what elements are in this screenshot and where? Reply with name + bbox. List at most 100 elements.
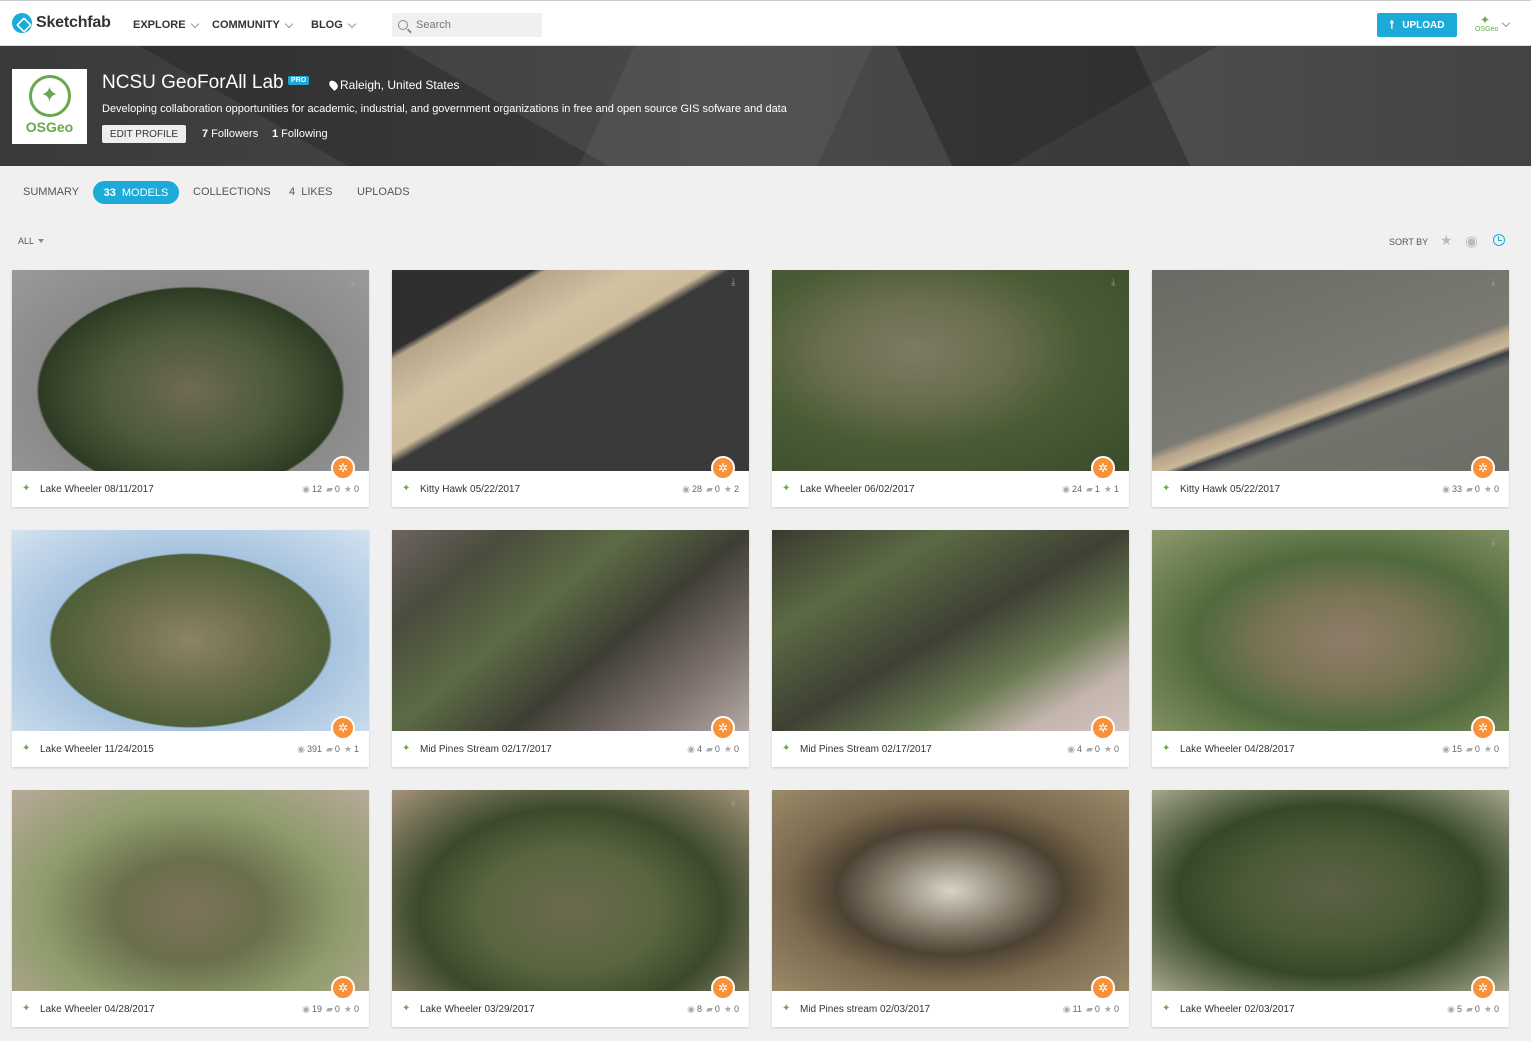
owner-avatar-icon[interactable]: ✦ [402,743,412,755]
download-icon[interactable]: ⤓ [731,798,741,808]
gear-icon: ✲ [331,716,355,740]
nav-community[interactable]: COMMUNITY [212,19,294,31]
model-thumbnail[interactable] [12,530,369,731]
owner-avatar-icon[interactable]: ✦ [782,1003,792,1015]
tab-summary[interactable]: SUMMARY [23,186,79,198]
model-thumbnail[interactable]: ⤓ [1152,530,1509,731]
owner-avatar-icon[interactable]: ✦ [22,483,32,495]
model-title[interactable]: Lake Wheeler 08/11/2017 [40,484,298,495]
chevron-down-icon[interactable] [1501,18,1511,28]
model-card[interactable]: ⤓ ✲ ✦ Kitty Hawk 05/22/2017 ◉ 33 ▰ 0 ★ 0 [1152,270,1509,507]
model-title[interactable]: Kitty Hawk 05/22/2017 [420,484,678,495]
download-icon[interactable]: ⤓ [1491,538,1501,548]
model-card[interactable]: ✲ ✦ Mid Pines Stream 02/17/2017 ◉ 4 ▰ 0 ★ 0 [772,530,1129,767]
model-card[interactable]: ⤓ ✲ ✦ Lake Wheeler 08/11/2017 ◉ 12 ▰ 0 ★ 0 [12,270,369,507]
sketchfab-logo[interactable]: Sketchfab [12,13,111,33]
tab-likes[interactable]: 4 LIKES [289,186,332,198]
edit-profile-button[interactable]: EDIT PROFILE [102,125,186,143]
nav-explore[interactable]: EXPLORE [133,19,199,31]
sort-by-label: SORT BY [1389,237,1429,247]
following-link[interactable]: 1 Following [272,128,328,140]
owner-avatar-icon[interactable]: ✦ [402,483,412,495]
model-title[interactable]: Lake Wheeler 06/02/2017 [800,484,1058,495]
model-card[interactable]: ✲ ✦ Mid Pines Stream 02/17/2017 ◉ 4 ▰ 0 ★ 0 [392,530,749,767]
osgeo-logo-icon [28,75,71,117]
model-thumbnail[interactable]: ⤓ [1152,270,1509,471]
comments-icon: ▰ [1085,1003,1093,1014]
owner-avatar-icon[interactable]: ✦ [1162,483,1172,495]
model-title[interactable]: Lake Wheeler 02/03/2017 [1180,1004,1443,1015]
download-icon[interactable]: ⤓ [351,798,361,808]
view-count: 5 [1456,1004,1462,1014]
comment-count: 0 [714,744,720,754]
views-icon: ◉ [297,743,305,754]
like-count: 0 [1493,1004,1499,1014]
clock-icon[interactable] [1493,234,1505,246]
model-title[interactable]: Kitty Hawk 05/22/2017 [1180,484,1438,495]
view-count: 4 [696,744,702,754]
tab-collections[interactable]: COLLECTIONS [193,186,271,198]
download-icon[interactable]: ⤓ [1491,278,1501,288]
upload-button[interactable]: 🠕 UPLOAD [1377,13,1457,37]
comments-icon: ▰ [1085,483,1093,494]
gear-icon: ✲ [711,976,735,1000]
model-card[interactable]: ⤓ ✲ ✦ Lake Wheeler 03/29/2017 ◉ 8 ▰ 0 ★ 0 [392,790,749,1027]
view-count: 4 [1076,744,1082,754]
owner-avatar-icon[interactable]: ✦ [782,743,792,755]
owner-avatar-icon[interactable]: ✦ [1162,743,1172,755]
owner-avatar-icon[interactable]: ✦ [22,743,32,755]
owner-avatar-icon[interactable]: ✦ [402,1003,412,1015]
view-count: 33 [1451,484,1462,494]
tab-models[interactable]: 33 MODELS [93,181,179,204]
model-thumbnail[interactable] [392,530,749,731]
model-thumbnail[interactable] [772,530,1129,731]
likes-icon: ★ [723,1003,732,1014]
model-title[interactable]: Mid Pines Stream 02/17/2017 [800,744,1063,755]
model-card[interactable]: ✲ ✦ Lake Wheeler 02/03/2017 ◉ 5 ▰ 0 ★ 0 [1152,790,1509,1027]
owner-avatar-icon[interactable]: ✦ [1162,1003,1172,1015]
model-title[interactable]: Lake Wheeler 11/24/2015 [40,744,293,755]
model-card[interactable]: ✲ ✦ Mid Pines stream 02/03/2017 ◉ 11 ▰ 0 ★… [772,790,1129,1027]
model-title[interactable]: Mid Pines Stream 02/17/2017 [420,744,683,755]
download-icon[interactable]: ⤓ [1111,278,1121,288]
model-stats: ◉ 24 ▰ 1 ★ 1 [1058,484,1119,495]
user-avatar[interactable]: ✦ OSGeo [1475,14,1498,36]
model-title[interactable]: Lake Wheeler 04/28/2017 [40,1004,298,1015]
model-title[interactable]: Lake Wheeler 03/29/2017 [420,1004,683,1015]
comment-count: 0 [1474,1004,1480,1014]
filter-dropdown[interactable]: ALL [18,236,45,246]
model-title[interactable]: Lake Wheeler 04/28/2017 [1180,744,1438,755]
profile-name: NCSU GeoForAll Lab [102,72,284,93]
top-navbar: Sketchfab EXPLORE COMMUNITY BLOG 🠕 UPLOA… [0,0,1531,46]
star-icon[interactable]: ★ [1440,232,1453,249]
search-input[interactable] [416,19,536,31]
nav-blog[interactable]: BLOG [311,19,357,31]
views-icon: ◉ [682,483,690,494]
likes-icon: ★ [1483,743,1492,754]
models-grid: ⤓ ✲ ✦ Lake Wheeler 08/11/2017 ◉ 12 ▰ 0 ★ 0 … [12,270,1509,1027]
owner-avatar-icon[interactable]: ✦ [782,483,792,495]
model-thumbnail[interactable]: ⤓ [392,270,749,471]
model-thumbnail[interactable]: ⤓ [392,790,749,991]
model-stats: ◉ 391 ▰ 0 ★ 1 [293,744,359,755]
owner-avatar-icon[interactable]: ✦ [22,1003,32,1015]
model-thumbnail[interactable] [772,790,1129,991]
model-thumbnail[interactable]: ⤓ [12,790,369,991]
model-thumbnail[interactable]: ⤓ [772,270,1129,471]
likes-icon: ★ [1103,743,1112,754]
card-footer: ✦ Lake Wheeler 04/28/2017 ◉ 19 ▰ 0 ★ 0 [12,991,369,1027]
model-title[interactable]: Mid Pines stream 02/03/2017 [800,1004,1059,1015]
eye-icon[interactable]: ◉ [1465,232,1478,250]
model-card[interactable]: ✲ ✦ Lake Wheeler 11/24/2015 ◉ 391 ▰ 0 ★ 1 [12,530,369,767]
download-icon[interactable]: ⤓ [731,278,741,288]
model-card[interactable]: ⤓ ✲ ✦ Lake Wheeler 04/28/2017 ◉ 15 ▰ 0 ★ 0 [1152,530,1509,767]
download-icon[interactable]: ⤓ [351,278,361,288]
followers-link[interactable]: 7 Followers [202,128,258,140]
model-thumbnail[interactable]: ⤓ [12,270,369,471]
model-card[interactable]: ⤓ ✲ ✦ Kitty Hawk 05/22/2017 ◉ 28 ▰ 0 ★ 2 [392,270,749,507]
profile-header: OSGeo NCSU GeoForAll Lab PRO Raleigh, Un… [0,46,1531,166]
model-card[interactable]: ⤓ ✲ ✦ Lake Wheeler 04/28/2017 ◉ 19 ▰ 0 ★ 0 [12,790,369,1027]
model-thumbnail[interactable] [1152,790,1509,991]
model-card[interactable]: ⤓ ✲ ✦ Lake Wheeler 06/02/2017 ◉ 24 ▰ 1 ★ 1 [772,270,1129,507]
tab-uploads[interactable]: UPLOADS [357,186,410,198]
